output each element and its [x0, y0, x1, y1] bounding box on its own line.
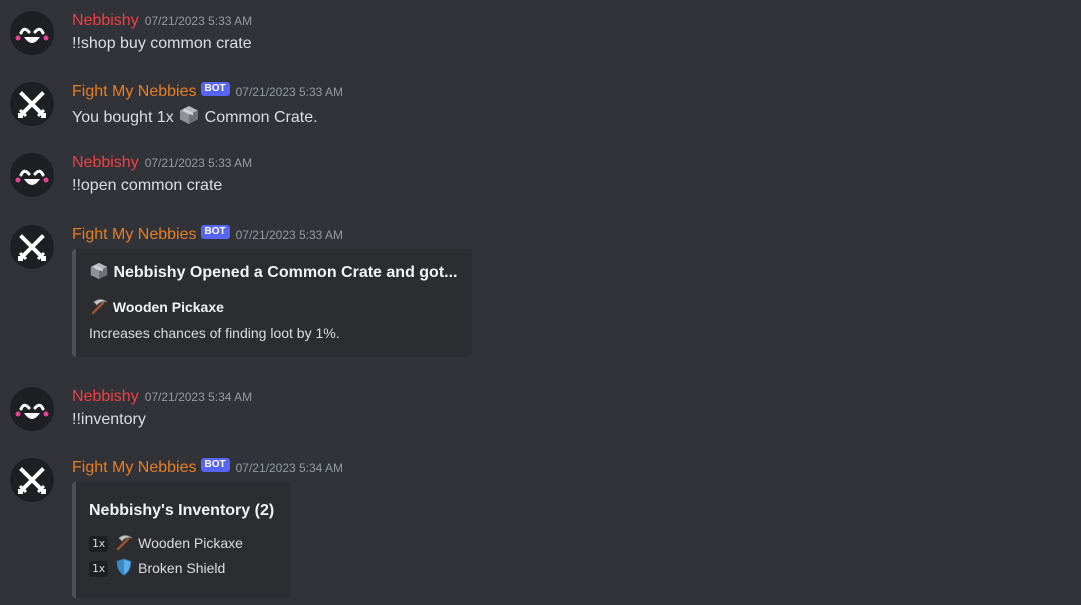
- message-text: You bought 1x Common Crate.: [72, 104, 343, 133]
- embed-field-name: Wooden Pickaxe: [89, 296, 456, 321]
- bot-avatar[interactable]: [10, 458, 54, 502]
- embed-title: Nebbishy Opened a Common Crate and got..…: [89, 261, 458, 288]
- inventory-list: 1x Wooden Pickaxe 1x Broken Shield: [89, 532, 275, 582]
- embed-card: Nebbishy's Inventory (2) 1x Wooden Picka…: [72, 482, 291, 598]
- item-quantity: 1x: [89, 536, 109, 552]
- inventory-item: 1x Wooden Pickaxe: [89, 532, 275, 557]
- message-timestamp[interactable]: 07/21/2023 5:33 AM: [145, 14, 252, 28]
- crate-icon: [178, 104, 200, 133]
- message-timestamp[interactable]: 07/21/2023 5:33 AM: [145, 156, 252, 170]
- embed-field-name-text: Wooden Pickaxe: [112, 299, 224, 315]
- bot-avatar[interactable]: [10, 82, 54, 126]
- chat-message-list: Nebbishy 07/21/2023 5:33 AM !!shop buy co…: [0, 0, 1081, 605]
- user-avatar[interactable]: [10, 387, 54, 431]
- message-timestamp[interactable]: 07/21/2023 5:33 AM: [236, 228, 343, 242]
- item-quantity: 1x: [89, 561, 109, 577]
- pickaxe-icon: [89, 296, 109, 321]
- pickaxe-icon: [114, 532, 134, 557]
- user-avatar[interactable]: [10, 153, 54, 197]
- message-text: !!shop buy common crate: [72, 35, 252, 52]
- item-name: Broken Shield: [138, 560, 226, 576]
- inventory-item: 1x Broken Shield: [89, 557, 275, 582]
- message-timestamp[interactable]: 07/21/2023 5:34 AM: [145, 390, 252, 404]
- shield-icon: [114, 557, 134, 582]
- bot-tag: BOT: [200, 458, 230, 472]
- bot-avatar[interactable]: [10, 225, 54, 269]
- username[interactable]: Fight My Nebbies: [72, 459, 197, 476]
- username[interactable]: Fight My Nebbies: [72, 226, 197, 243]
- username[interactable]: Nebbishy: [72, 12, 139, 29]
- embed-title: Nebbishy's Inventory (2): [89, 502, 275, 519]
- user-avatar[interactable]: [10, 11, 54, 55]
- message-text: !!inventory: [72, 411, 146, 428]
- embed-field-value: Increases chances of finding loot by 1%.: [89, 325, 340, 341]
- message-text-after: Common Crate.: [204, 109, 318, 126]
- embed-card: Nebbishy Opened a Common Crate and got..…: [72, 249, 472, 357]
- message-text: !!open common crate: [72, 177, 223, 194]
- username[interactable]: Fight My Nebbies: [72, 83, 197, 100]
- message-timestamp[interactable]: 07/21/2023 5:33 AM: [236, 85, 343, 99]
- item-name: Wooden Pickaxe: [138, 535, 243, 551]
- message-text-before: You bought 1x: [72, 109, 174, 126]
- embed-title-text: Nebbishy Opened a Common Crate and got..…: [113, 264, 458, 281]
- username[interactable]: Nebbishy: [72, 154, 139, 171]
- bot-tag: BOT: [200, 82, 230, 96]
- bot-tag: BOT: [200, 225, 230, 239]
- username[interactable]: Nebbishy: [72, 388, 139, 405]
- message-timestamp[interactable]: 07/21/2023 5:34 AM: [236, 461, 343, 475]
- crate-icon: [89, 261, 109, 288]
